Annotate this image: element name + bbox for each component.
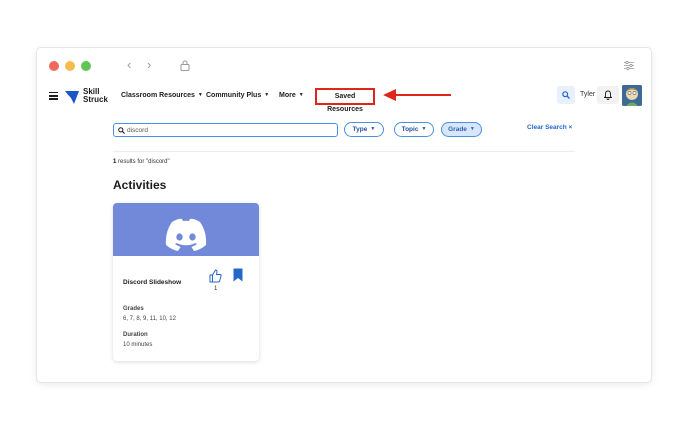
logo-mark-icon [65,91,79,104]
logo-text: Skill Struck [83,87,108,104]
browser-window: ‹ › Skill Struck Classroom Resources ▼ C… [37,48,651,382]
activity-card[interactable]: Discord Slideshow 1 Grades 6, 7, 8, 9, 1… [113,203,259,361]
maximize-window-button[interactable] [81,61,91,71]
site-navbar: Skill Struck Classroom Resources ▼ Commun… [37,84,651,113]
nav-more[interactable]: More ▼ [279,92,304,99]
avatar[interactable] [622,85,642,106]
card-thumbnail [113,203,259,256]
card-title: Discord Slideshow [123,279,182,286]
nav-saved-resources[interactable]: Saved Resources [315,88,375,113]
filter-type[interactable]: Type ▼ [344,122,384,137]
menu-icon[interactable] [49,92,58,100]
bookmark-icon[interactable] [233,268,243,282]
divider [113,151,575,152]
chevron-down-icon: ▼ [370,126,376,132]
section-title: Activities [113,178,167,192]
search-button[interactable] [557,86,575,104]
chevron-down-icon: ▼ [469,126,475,132]
back-icon[interactable]: ‹ [127,58,131,72]
search-field[interactable] [113,123,338,137]
settings-sliders-icon[interactable] [624,61,634,70]
nav-community-plus[interactable]: Community Plus ▼ [206,92,269,99]
like-count: 1 [214,286,218,292]
grades-label: Grades [123,306,144,312]
nav-classroom-resources[interactable]: Classroom Resources ▼ [121,92,203,99]
notifications-button[interactable] [597,86,619,104]
forward-icon[interactable]: › [147,58,151,72]
bell-icon [604,90,612,100]
minimize-window-button[interactable] [65,61,75,71]
annotation-arrow [383,89,451,101]
chevron-down-icon: ▼ [264,92,270,98]
clear-search-button[interactable]: Clear Search × [527,124,572,131]
user-name[interactable]: Tyler [580,91,595,98]
filter-grade[interactable]: Grade ▼ [441,122,482,137]
skillstruck-logo[interactable]: Skill Struck [64,88,110,108]
thumbs-up-icon[interactable] [209,269,222,283]
chevron-down-icon: ▼ [298,92,304,98]
chevron-down-icon: ▼ [197,92,203,98]
close-window-button[interactable] [49,61,59,71]
results-count: 1 results for "discord" [113,159,170,165]
filter-topic[interactable]: Topic ▼ [394,122,434,137]
window-chrome: ‹ › [37,48,651,84]
grades-value: 6, 7, 8, 9, 11, 10, 12 [123,316,176,322]
search-icon [562,91,570,99]
duration-label: Duration [123,332,148,338]
lock-icon [180,60,190,71]
chevron-down-icon: ▼ [421,126,427,132]
avatar-image [622,85,642,106]
search-icon [118,127,125,134]
duration-value: 10 minutes [123,342,153,348]
search-input[interactable] [127,126,327,135]
discord-logo-icon [165,218,207,251]
